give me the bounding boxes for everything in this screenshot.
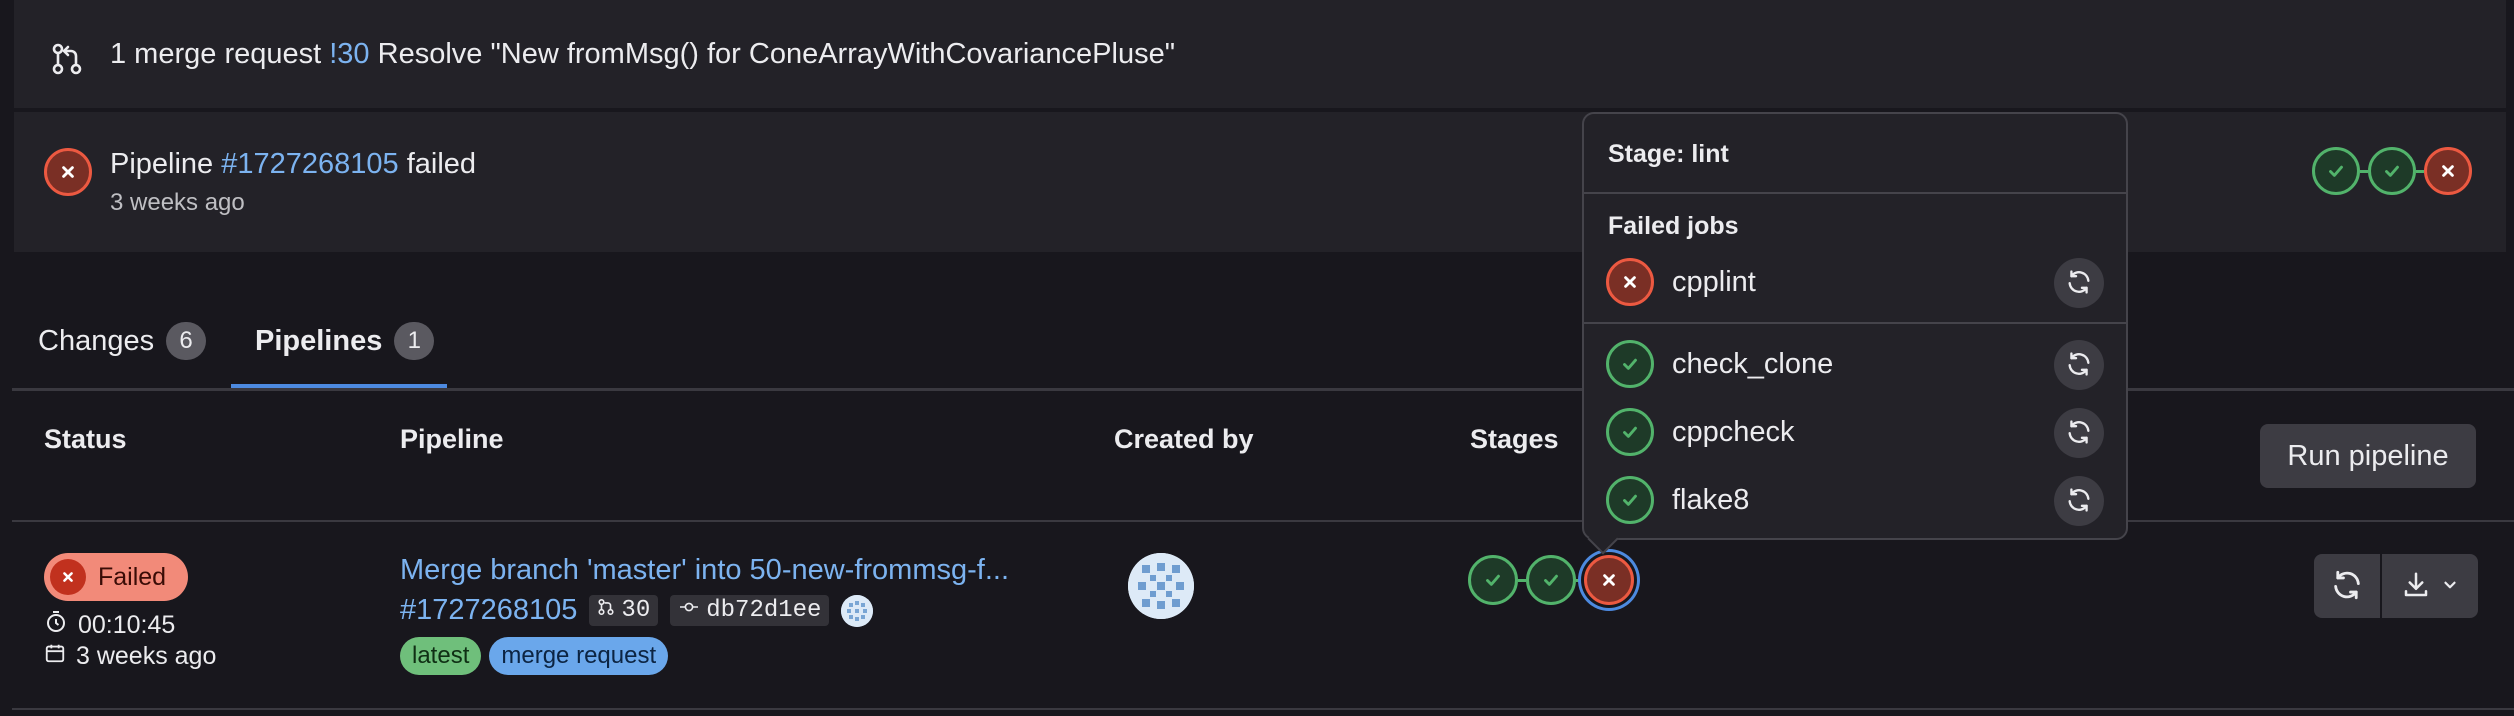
- job-name: check_clone: [1672, 347, 1834, 380]
- label-latest[interactable]: latest: [400, 637, 482, 675]
- tab-changes[interactable]: Changes 6: [38, 322, 207, 360]
- stage-success-icon[interactable]: [1468, 555, 1518, 605]
- job-failed-icon: [1606, 258, 1654, 306]
- retry-icon: [2330, 568, 2364, 605]
- column-header-created-by: Created by: [1114, 424, 1254, 454]
- popover-divider: [1584, 322, 2126, 324]
- merge-request-chip[interactable]: 30: [589, 595, 659, 626]
- pipeline-finished: 3 weeks ago: [44, 642, 216, 671]
- merge-request-icon: [597, 597, 615, 624]
- pipeline-id-link[interactable]: #1727268105: [400, 594, 577, 627]
- column-header-status: Status: [44, 424, 127, 454]
- job-name: cppcheck: [1672, 415, 1795, 448]
- commit-icon: [678, 597, 700, 624]
- pipeline-time-ago: 3 weeks ago: [110, 189, 245, 216]
- tabs-divider: [12, 388, 2514, 391]
- merge-request-summary: 1 merge request !30 Resolve "New fromMsg…: [110, 38, 1175, 71]
- job-success-icon: [1606, 408, 1654, 456]
- creator-avatar[interactable]: [1128, 553, 1194, 619]
- stage-failed-icon[interactable]: [2424, 147, 2472, 195]
- pipeline-actions: [2314, 554, 2478, 618]
- retry-icon: [2065, 486, 2093, 517]
- status-badge[interactable]: Failed: [44, 553, 189, 601]
- merge-request-iid: 30: [621, 597, 651, 624]
- retry-job-button[interactable]: [2054, 476, 2104, 526]
- tab-label: Changes: [38, 324, 155, 357]
- popover-title: Stage: lint: [1608, 140, 1729, 168]
- merge-request-icon: [50, 42, 84, 76]
- download-artifacts-dropdown[interactable]: [2382, 554, 2478, 618]
- pipeline-stages-graph: [1468, 555, 1634, 605]
- commit-sha: db72d1ee: [706, 597, 822, 624]
- pipeline-prefix: Pipeline: [110, 148, 214, 180]
- job-item-check-clone[interactable]: check_clone: [1606, 340, 1833, 388]
- pipeline-link[interactable]: #1727268105: [221, 148, 398, 180]
- timer-icon: [44, 610, 68, 641]
- tab-count-badge: 6: [166, 322, 207, 360]
- retry-icon: [2065, 350, 2093, 381]
- retry-icon: [2065, 418, 2093, 449]
- tab-pipelines[interactable]: Pipelines 1: [255, 322, 435, 360]
- commit-title-link[interactable]: Merge branch 'master' into 50-new-fromms…: [400, 554, 1009, 587]
- retry-job-button[interactable]: [2054, 258, 2104, 308]
- column-header-pipeline: Pipeline: [400, 424, 504, 454]
- retry-icon: [2065, 268, 2093, 299]
- job-success-icon: [1606, 340, 1654, 388]
- retry-pipeline-button[interactable]: [2314, 554, 2380, 618]
- job-name: cpplint: [1672, 265, 1756, 298]
- status-badge-label: Failed: [98, 562, 167, 591]
- download-icon: [2401, 570, 2431, 603]
- pipeline-id-line: #1727268105 30 db72d1ee: [400, 594, 874, 627]
- job-item-cpplint[interactable]: cpplint: [1606, 258, 1756, 306]
- retry-job-button[interactable]: [2054, 340, 2104, 390]
- failed-jobs-heading: Failed jobs: [1608, 212, 1739, 240]
- table-row-divider: [12, 708, 2514, 710]
- job-item-flake8[interactable]: flake8: [1606, 476, 1749, 524]
- duration-text: 00:10:45: [78, 611, 176, 639]
- retry-job-button[interactable]: [2054, 408, 2104, 458]
- calendar-icon: [44, 642, 66, 671]
- mini-pipeline-graph: [2312, 147, 2472, 195]
- merge-request-title: Resolve "New fromMsg() for ConeArrayWith…: [377, 38, 1176, 70]
- pipeline-status-text: failed: [406, 148, 477, 180]
- label-merge-request[interactable]: merge request: [489, 637, 669, 675]
- job-success-icon: [1606, 476, 1654, 524]
- job-item-cppcheck[interactable]: cppcheck: [1606, 408, 1795, 456]
- stage-success-icon[interactable]: [1526, 555, 1576, 605]
- pipeline-summary-bar: [14, 112, 2506, 252]
- table-header-divider: [12, 520, 2514, 522]
- column-header-stages: Stages: [1470, 424, 1559, 454]
- commit-author-avatar[interactable]: [841, 594, 874, 627]
- pipeline-failed-icon[interactable]: [44, 148, 92, 196]
- pipeline-labels: latest merge request: [400, 637, 669, 675]
- stage-failed-icon[interactable]: [1584, 555, 1634, 605]
- pipeline-duration: 00:10:45: [44, 610, 175, 641]
- tab-label: Pipelines: [255, 324, 383, 357]
- pipeline-summary-title: Pipeline #1727268105 failed: [110, 148, 476, 181]
- job-name: flake8: [1672, 483, 1750, 516]
- finished-text: 3 weeks ago: [76, 642, 217, 670]
- run-pipeline-button[interactable]: Run pipeline: [2260, 424, 2476, 488]
- stage-success-icon[interactable]: [2312, 147, 2360, 195]
- merge-request-count: 1 merge request: [110, 38, 322, 70]
- merge-request-link[interactable]: !30: [329, 38, 369, 70]
- stage-success-icon[interactable]: [2368, 147, 2416, 195]
- popover-divider: [1584, 192, 2126, 194]
- tab-count-badge: 1: [394, 322, 435, 360]
- failed-icon: [50, 559, 86, 595]
- chevron-down-icon: [2441, 576, 2459, 597]
- commit-sha-chip[interactable]: db72d1ee: [670, 595, 830, 626]
